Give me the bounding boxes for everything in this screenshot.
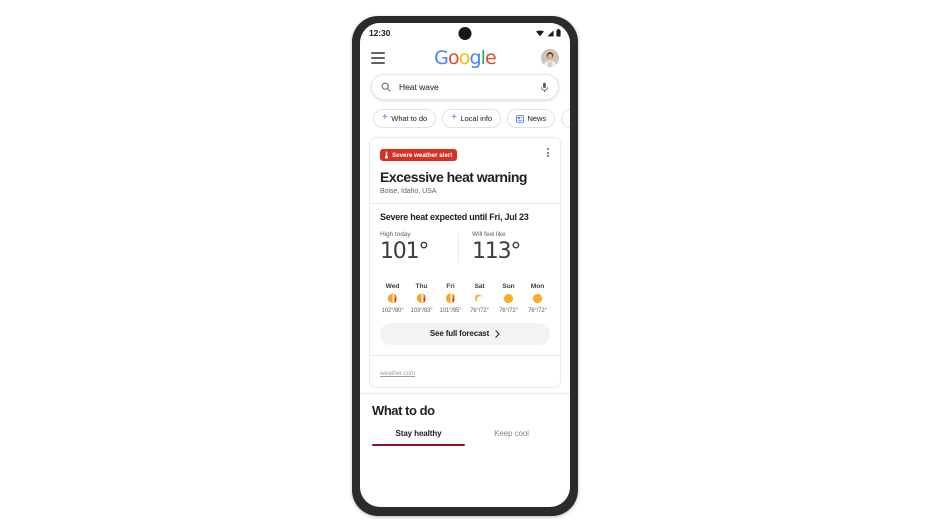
active-tab-indicator xyxy=(372,443,465,447)
filter-chips-row: + What to do + Local info News xyxy=(360,100,570,128)
what-to-do-section: What to do Stay healthy Keep cool xyxy=(360,392,570,447)
what-to-do-tabs: Stay healthy Keep cool xyxy=(372,429,558,444)
weekly-forecast-row: Wed 102°/80° Thu 103°/93° Fri 101°/95° S… xyxy=(370,273,560,323)
search-bar[interactable]: Heat wave xyxy=(371,74,559,100)
cell-signal-icon xyxy=(546,30,554,37)
chip-partial-offscreen[interactable] xyxy=(561,109,570,128)
temp-label: High today xyxy=(380,231,411,239)
google-logo-letter: o xyxy=(458,46,471,69)
status-badge: Severe weather alert xyxy=(380,149,458,161)
google-logo-letter: g xyxy=(469,46,481,69)
temperature-section: Severe heat expected until Fri, Jul 23 H… xyxy=(370,204,560,272)
hot-sun-thermometer-icon xyxy=(444,293,457,305)
alert-header-row: Severe weather alert Excessive heat warn… xyxy=(380,146,550,195)
forecast-day-temps: 102°/80° xyxy=(381,307,404,314)
weather-source-row: weather.com xyxy=(370,354,560,387)
forecast-day-temps: 101°/95° xyxy=(439,307,462,314)
chip-what-to-do[interactable]: + What to do xyxy=(373,109,437,128)
microphone-icon[interactable] xyxy=(540,82,549,93)
plus-icon: + xyxy=(382,112,388,123)
chip-label: News xyxy=(527,114,547,123)
forecast-day-temps: 103°/93° xyxy=(410,307,433,314)
sunny-icon xyxy=(532,293,543,305)
page-title: Excessive heat warning xyxy=(380,169,527,185)
kebab-menu-icon[interactable] xyxy=(546,146,550,159)
see-full-forecast-label: See full forecast xyxy=(429,329,490,339)
forecast-day[interactable]: Sat 76°/72° xyxy=(465,283,494,314)
weather-source-link[interactable]: weather.com xyxy=(380,370,415,377)
news-icon xyxy=(516,114,524,123)
alert-badge-label: Severe weather alert xyxy=(392,151,453,159)
partly-sunny-icon xyxy=(474,293,485,305)
hamburger-menu-icon[interactable] xyxy=(371,52,385,64)
feels-like-block: Will feel like 113° xyxy=(458,231,550,264)
forecast-day-temps: 76°/72° xyxy=(470,307,489,314)
phone-screen: 12:30 Google Heat wave + What to do + Lo… xyxy=(360,23,570,507)
chip-news[interactable]: News xyxy=(506,109,556,128)
forecast-day-name: Wed xyxy=(385,282,400,290)
forecast-day-temps: 76°/72° xyxy=(528,307,547,314)
forecast-day-name: Thu xyxy=(415,282,428,290)
forecast-day-name: Fri xyxy=(446,282,455,290)
temp-value: 101° xyxy=(380,239,429,265)
google-logo-letter: o xyxy=(448,46,460,69)
forecast-day[interactable]: Sun 76°/72° xyxy=(494,283,523,314)
hot-sun-thermometer-icon xyxy=(415,293,428,305)
forecast-day-name: Mon xyxy=(530,282,545,290)
battery-icon xyxy=(556,29,561,37)
see-full-forecast-button[interactable]: See full forecast xyxy=(380,322,550,345)
forecast-day-name: Sat xyxy=(474,282,485,290)
chip-label: What to do xyxy=(391,114,428,123)
alert-header-text: Severe weather alert Excessive heat warn… xyxy=(380,146,527,195)
severe-weather-card: Severe weather alert Excessive heat warn… xyxy=(369,137,561,388)
chevron-right-icon xyxy=(495,329,500,338)
forecast-day-temps: 76°/72° xyxy=(499,307,518,314)
chip-label: Local info xyxy=(460,114,492,123)
temp-value: 113° xyxy=(472,239,521,265)
forecast-day[interactable]: Wed 102°/80° xyxy=(378,283,407,314)
weather-alert-header-section: Severe weather alert Excessive heat warn… xyxy=(370,138,560,203)
tab-stay-healthy[interactable]: Stay healthy xyxy=(372,429,465,444)
thermometer-icon xyxy=(384,151,389,159)
google-logo: Google xyxy=(434,46,497,69)
front-camera-icon xyxy=(458,27,472,40)
chip-local-info[interactable]: + Local info xyxy=(442,109,501,128)
google-app-header: Google xyxy=(360,43,570,73)
status-bar: 12:30 xyxy=(360,23,570,43)
google-logo-letter: e xyxy=(485,46,497,69)
forecast-day[interactable]: Fri 101°/95° xyxy=(436,283,465,314)
temp-label: Will feel like xyxy=(472,231,506,239)
tab-keep-cool[interactable]: Keep cool xyxy=(465,429,558,444)
wifi-icon xyxy=(536,30,544,37)
severe-heat-summary: Severe heat expected until Fri, Jul 23 xyxy=(380,212,529,223)
plus-icon: + xyxy=(451,112,457,123)
status-bar-icons xyxy=(536,29,561,37)
high-today-block: High today 101° xyxy=(380,231,458,264)
what-to-do-title: What to do xyxy=(372,402,435,418)
avatar[interactable] xyxy=(541,49,559,67)
tab-indicator-track xyxy=(372,443,558,447)
hot-sun-thermometer-icon xyxy=(386,293,399,305)
search-input[interactable]: Heat wave xyxy=(399,82,532,92)
forecast-day[interactable]: Mon 76°/72° xyxy=(523,283,552,314)
search-icon xyxy=(381,82,391,92)
alert-location: Boise, Idaho, USA xyxy=(380,188,437,196)
forecast-day[interactable]: Thu 103°/93° xyxy=(407,283,436,314)
forecast-day-name: Sun xyxy=(502,282,515,290)
temperature-row: High today 101° Will feel like 113° xyxy=(380,231,550,264)
status-bar-clock: 12:30 xyxy=(369,28,391,38)
sunny-icon xyxy=(503,293,514,305)
phone-device-frame: 12:30 Google Heat wave + What to do + Lo… xyxy=(352,16,578,516)
google-logo-letter: G xyxy=(434,46,449,69)
